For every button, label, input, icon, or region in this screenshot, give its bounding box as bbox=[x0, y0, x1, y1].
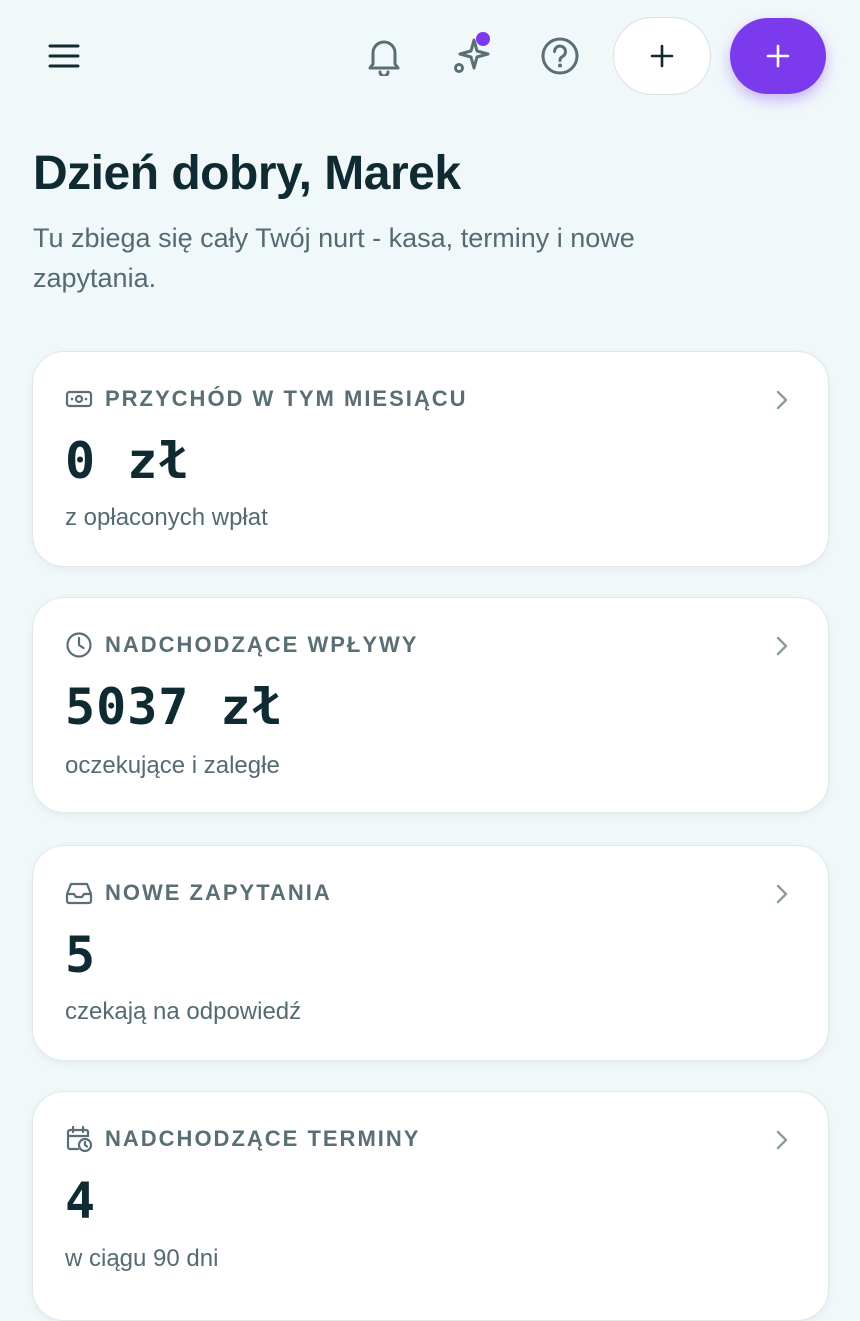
sparkle-icon[interactable] bbox=[448, 32, 496, 80]
bell-icon[interactable] bbox=[360, 32, 408, 80]
page-subtitle: Tu zbiega się cały Twój nurt - kasa, ter… bbox=[33, 223, 635, 293]
card-value: 5 bbox=[65, 926, 97, 984]
primary-add-button[interactable] bbox=[730, 18, 826, 94]
revenue-card[interactable]: PRZYCHÓD W TYM MIESIĄCU 0 zł z opłaconyc… bbox=[32, 351, 829, 567]
chevron-right-icon bbox=[772, 388, 792, 412]
card-caption: z opłaconych wpłat bbox=[65, 504, 268, 531]
upcoming-payments-card[interactable]: NADCHODZĄCE WPŁYWY 5037 zł oczekujące i … bbox=[32, 597, 829, 813]
inbox-icon bbox=[65, 879, 93, 907]
card-value: 5037 zł bbox=[65, 678, 283, 736]
card-title: NADCHODZĄCE TERMINY bbox=[105, 1126, 421, 1151]
card-title: NOWE ZAPYTANIA bbox=[105, 880, 332, 905]
hamburger-menu-icon[interactable] bbox=[40, 32, 88, 80]
card-caption: w ciągu 90 dni bbox=[65, 1245, 219, 1272]
quick-add-button[interactable] bbox=[613, 17, 711, 95]
chevron-right-icon bbox=[772, 1128, 792, 1152]
notification-dot bbox=[476, 32, 490, 46]
page-title: Dzień dobry, Marek bbox=[33, 147, 461, 200]
upcoming-dates-card[interactable]: NADCHODZĄCE TERMINY 4 w ciągu 90 dni bbox=[32, 1091, 829, 1321]
plus-icon bbox=[766, 44, 790, 68]
card-title: NADCHODZĄCE WPŁYWY bbox=[105, 632, 419, 657]
help-circle-icon[interactable] bbox=[536, 32, 584, 80]
card-caption: czekają na odpowiedź bbox=[65, 998, 302, 1025]
calendar-clock-icon bbox=[65, 1125, 93, 1153]
card-value: 4 bbox=[65, 1172, 97, 1230]
card-caption: oczekujące i zaległe bbox=[65, 752, 280, 779]
chevron-right-icon bbox=[772, 882, 792, 906]
banknote-icon bbox=[65, 385, 93, 413]
card-title: PRZYCHÓD W TYM MIESIĄCU bbox=[105, 386, 468, 411]
top-bar bbox=[0, 0, 860, 112]
chevron-right-icon bbox=[772, 634, 792, 658]
plus-icon bbox=[650, 44, 674, 68]
card-value: 0 zł bbox=[65, 432, 190, 490]
new-inquiries-card[interactable]: NOWE ZAPYTANIA 5 czekają na odpowiedź bbox=[32, 845, 829, 1061]
clock-icon bbox=[65, 631, 93, 659]
